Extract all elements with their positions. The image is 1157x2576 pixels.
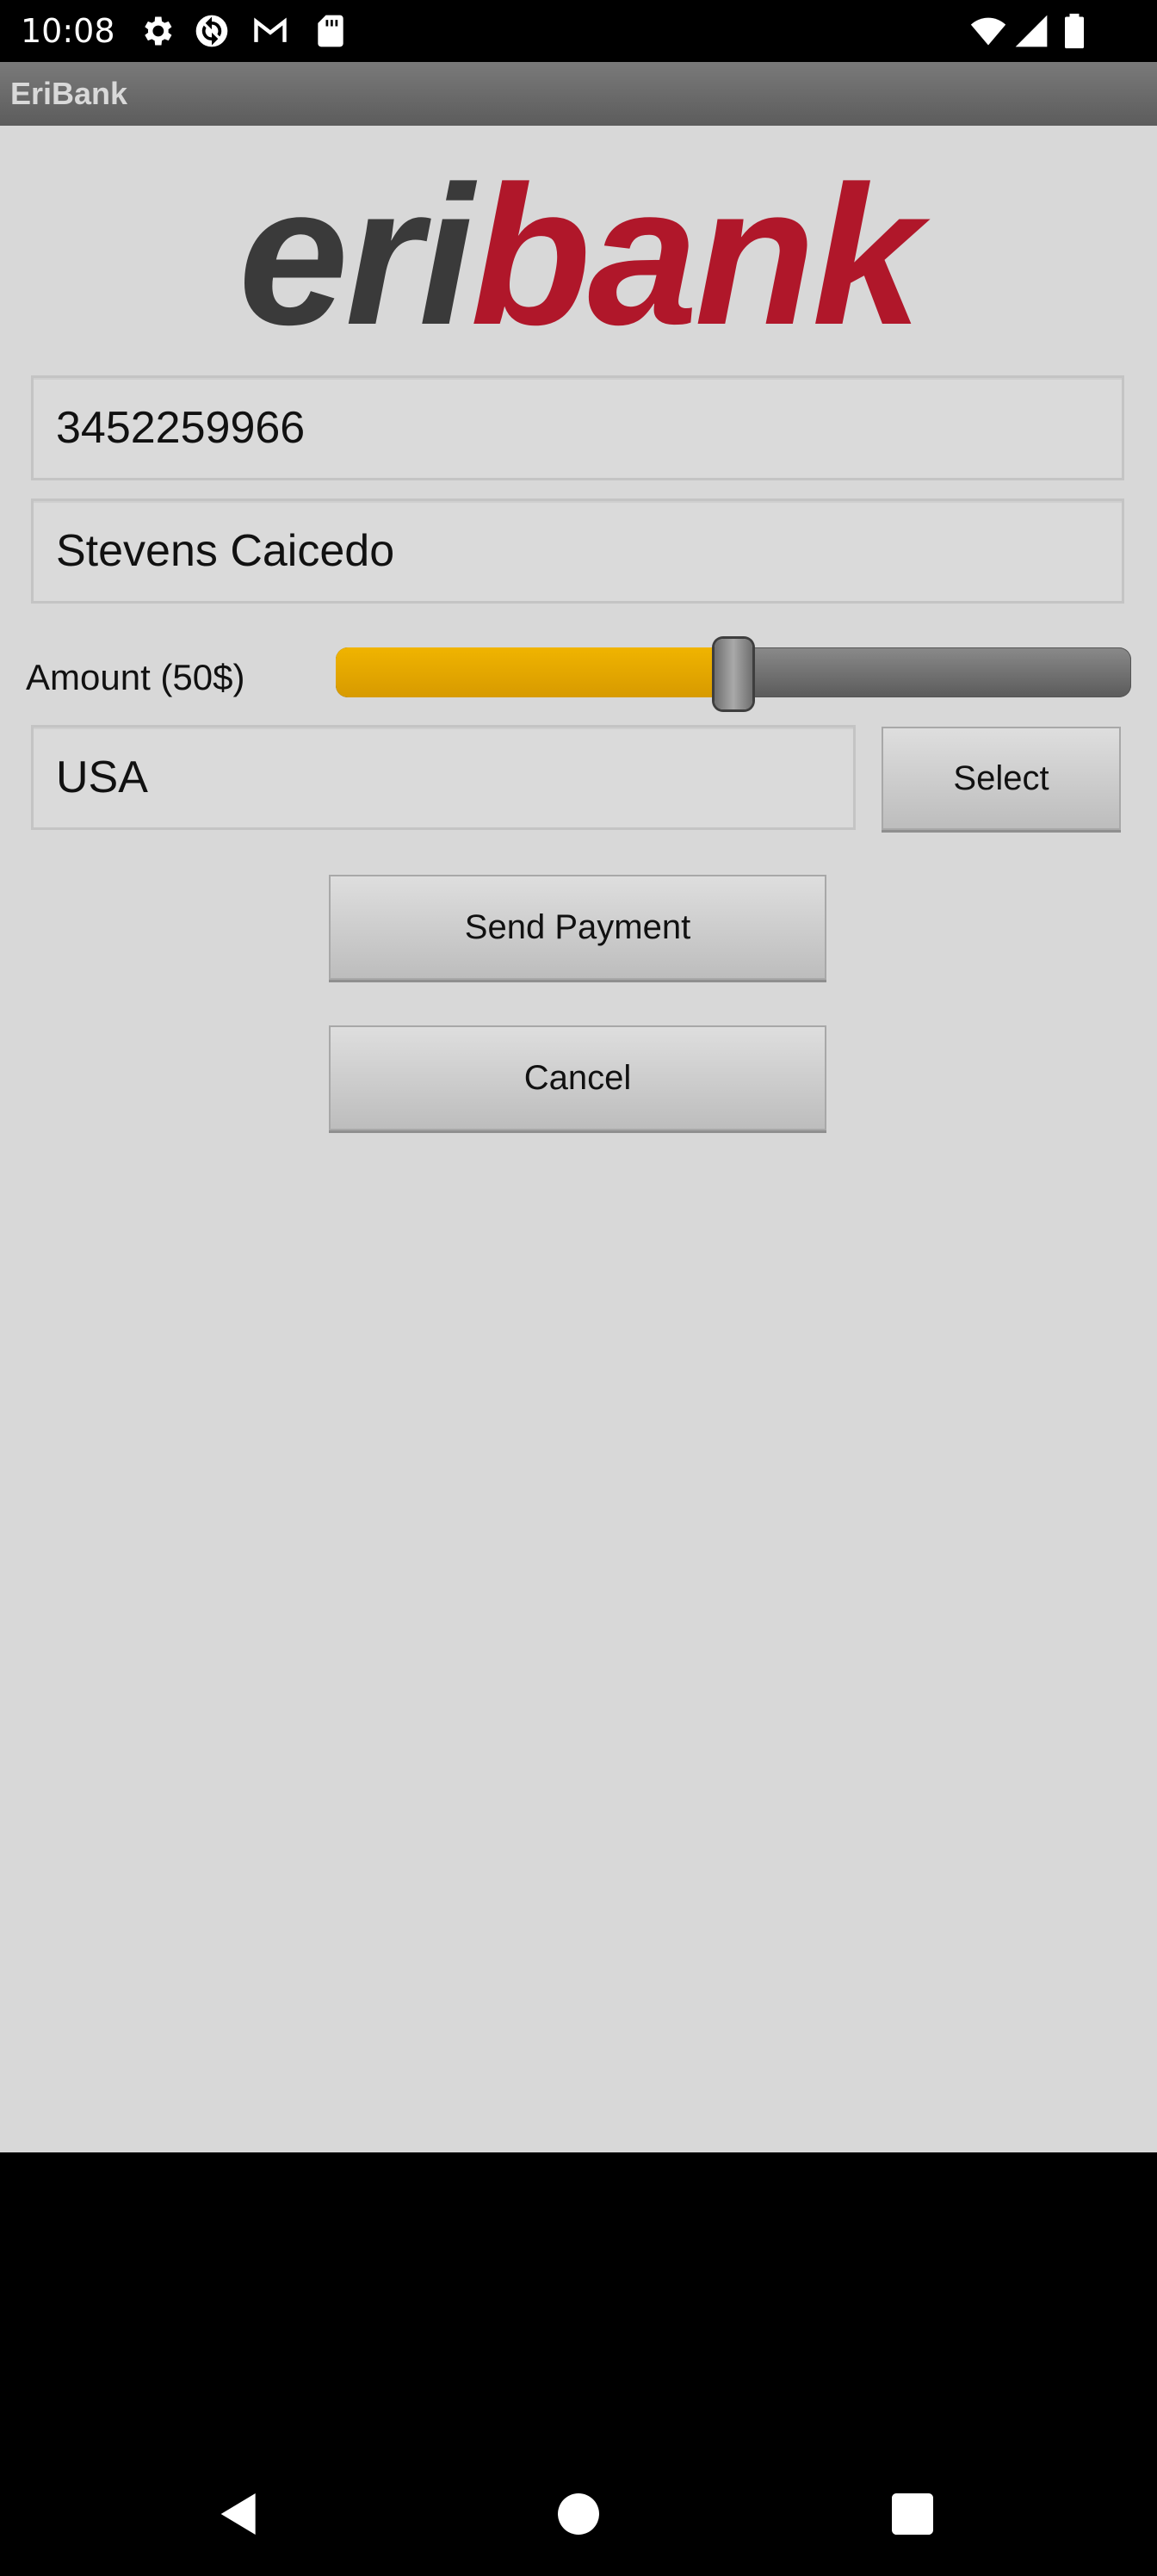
settings-icon [138,12,176,50]
name-value: Stevens Caicedo [56,526,395,576]
payment-form-screen: eribank 3452259966 Stevens Caicedo Amoun… [0,126,1157,2152]
logo-text-eri: eri [238,160,477,358]
screen: 10:08 EriBank eribank 3452259966 Stevens… [0,0,1157,2576]
recents-icon[interactable] [885,2486,940,2542]
name-field[interactable]: Stevens Caicedo [31,498,1124,604]
gmail-icon [251,12,289,50]
phone-field[interactable]: 3452259966 [31,375,1124,480]
country-value: USA [56,752,148,802]
eribank-logo: eribank [226,160,931,358]
amount-label: Amount (50$) [26,657,245,697]
app-title: EriBank [10,76,128,111]
app-title-bar: EriBank [0,62,1157,126]
amount-slider-thumb[interactable] [715,639,752,709]
logo-text-bank: bank [470,160,931,358]
select-country-button[interactable]: Select [882,727,1121,830]
system-navigation-bar [0,2152,1157,2576]
country-field[interactable]: USA [31,725,856,830]
cellular-signal-icon [1012,12,1050,50]
wifi-icon [969,12,1007,50]
send-payment-button[interactable]: Send Payment [329,875,826,980]
status-time: 10:08 [21,12,115,50]
phone-value: 3452259966 [56,403,306,453]
home-icon[interactable] [551,2486,606,2542]
cancel-button[interactable]: Cancel [329,1025,826,1130]
svg-text:eribank: eribank [238,160,931,358]
sync-icon [193,12,231,50]
back-icon[interactable] [212,2486,267,2542]
sd-card-icon [312,12,350,50]
battery-icon [1059,12,1090,50]
status-bar: 10:08 [0,0,1157,62]
amount-slider-fill [336,647,733,697]
